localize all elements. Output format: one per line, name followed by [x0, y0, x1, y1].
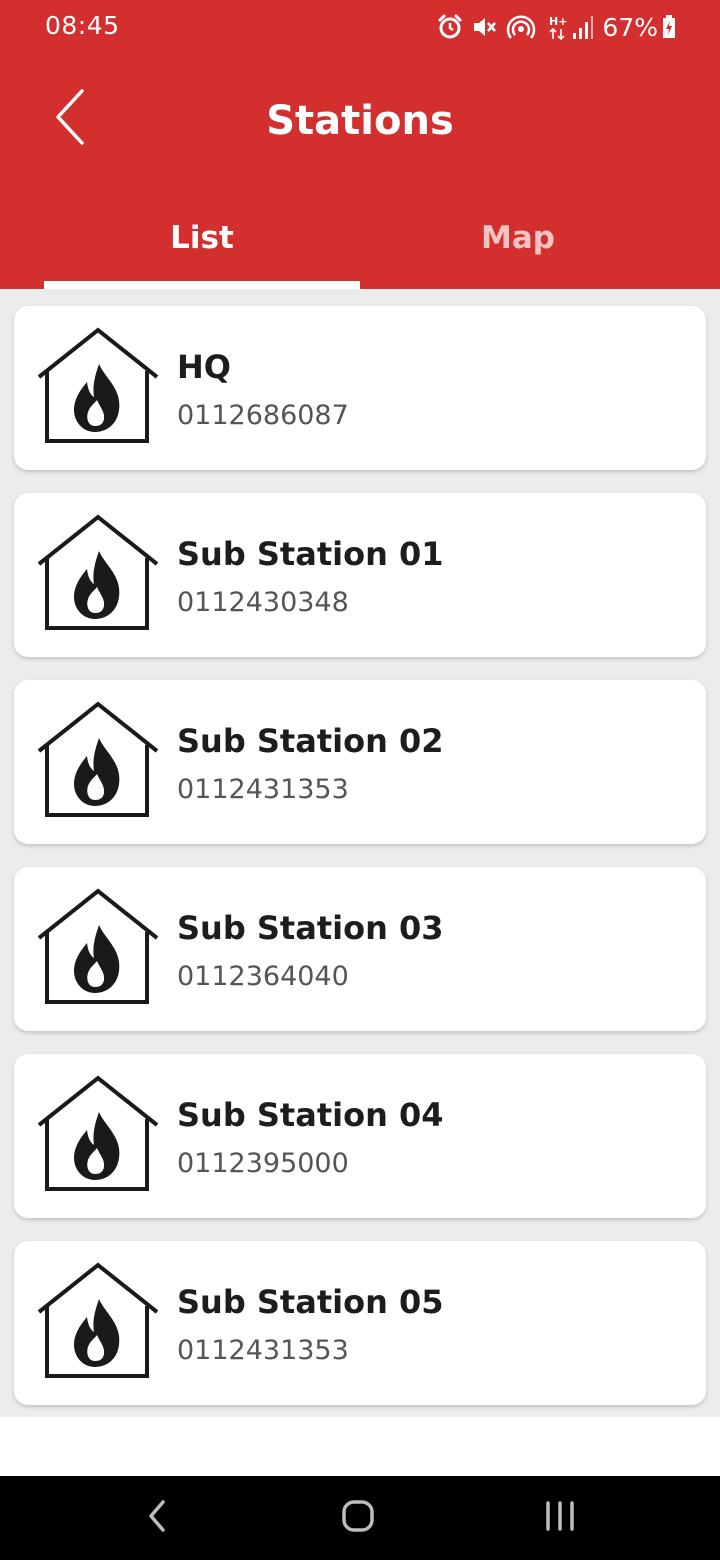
station-card-sub-01[interactable]: Sub Station 01 0112430348	[14, 493, 706, 657]
station-card-sub-05[interactable]: Sub Station 05 0112431353	[14, 1241, 706, 1405]
nav-back-button[interactable]	[117, 1488, 197, 1548]
station-phone: 0112364040	[177, 961, 349, 992]
tab-list-label: List	[170, 220, 234, 256]
alarm-icon	[436, 13, 464, 41]
station-name: Sub Station 01	[177, 535, 444, 573]
battery-icon	[662, 15, 676, 39]
station-phone: 0112431353	[177, 1335, 349, 1366]
station-list[interactable]: HQ 0112686087 Sub Station 01 0112430348 …	[0, 289, 720, 1417]
status-icons: H+ 67%	[436, 11, 676, 43]
station-card-sub-02[interactable]: Sub Station 02 0112431353	[14, 680, 706, 844]
station-name: Sub Station 02	[177, 722, 444, 760]
station-phone: 0112395000	[177, 1148, 349, 1179]
fire-station-icon	[36, 326, 160, 446]
station-phone: 0112431353	[177, 774, 349, 805]
nav-recents-icon	[544, 1501, 576, 1535]
nav-home-button[interactable]	[318, 1488, 398, 1548]
station-card-hq[interactable]: HQ 0112686087	[14, 306, 706, 470]
status-time: 08:45	[45, 11, 120, 40]
fire-station-icon	[36, 700, 160, 820]
nav-back-icon	[146, 1499, 168, 1537]
fire-station-icon	[36, 513, 160, 633]
system-nav-bar	[0, 1476, 720, 1560]
station-card-sub-03[interactable]: Sub Station 03 0112364040	[14, 867, 706, 1031]
tab-list[interactable]: List	[44, 210, 360, 289]
mute-icon	[470, 13, 498, 41]
station-name: Sub Station 05	[177, 1283, 444, 1321]
hotspot-icon	[506, 13, 536, 41]
back-button[interactable]	[40, 84, 100, 154]
fire-station-icon	[36, 1261, 160, 1381]
fire-station-icon	[36, 1074, 160, 1194]
fire-station-icon	[36, 887, 160, 1007]
station-name: HQ	[177, 348, 231, 386]
status-bar: 08:45 H+ 67%	[0, 0, 720, 54]
svg-text:H+: H+	[549, 15, 567, 28]
nav-home-icon	[341, 1499, 375, 1537]
station-name: Sub Station 03	[177, 909, 444, 947]
station-phone: 0112686087	[177, 400, 349, 431]
station-phone: 0112430348	[177, 587, 349, 618]
tab-map-label: Map	[481, 220, 555, 256]
signal-icon	[572, 13, 594, 41]
tab-indicator	[44, 281, 360, 289]
tab-map[interactable]: Map	[360, 210, 676, 289]
battery-percent: 67%	[602, 12, 658, 42]
nav-recents-button[interactable]	[520, 1488, 600, 1548]
app-header: 08:45 H+ 67% Stations List Map	[0, 0, 720, 289]
station-card-sub-04[interactable]: Sub Station 04 0112395000	[14, 1054, 706, 1218]
chevron-left-icon	[53, 88, 87, 150]
station-name: Sub Station 04	[177, 1096, 444, 1134]
network-h-plus-icon: H+	[548, 13, 568, 41]
page-title: Stations	[266, 98, 454, 144]
